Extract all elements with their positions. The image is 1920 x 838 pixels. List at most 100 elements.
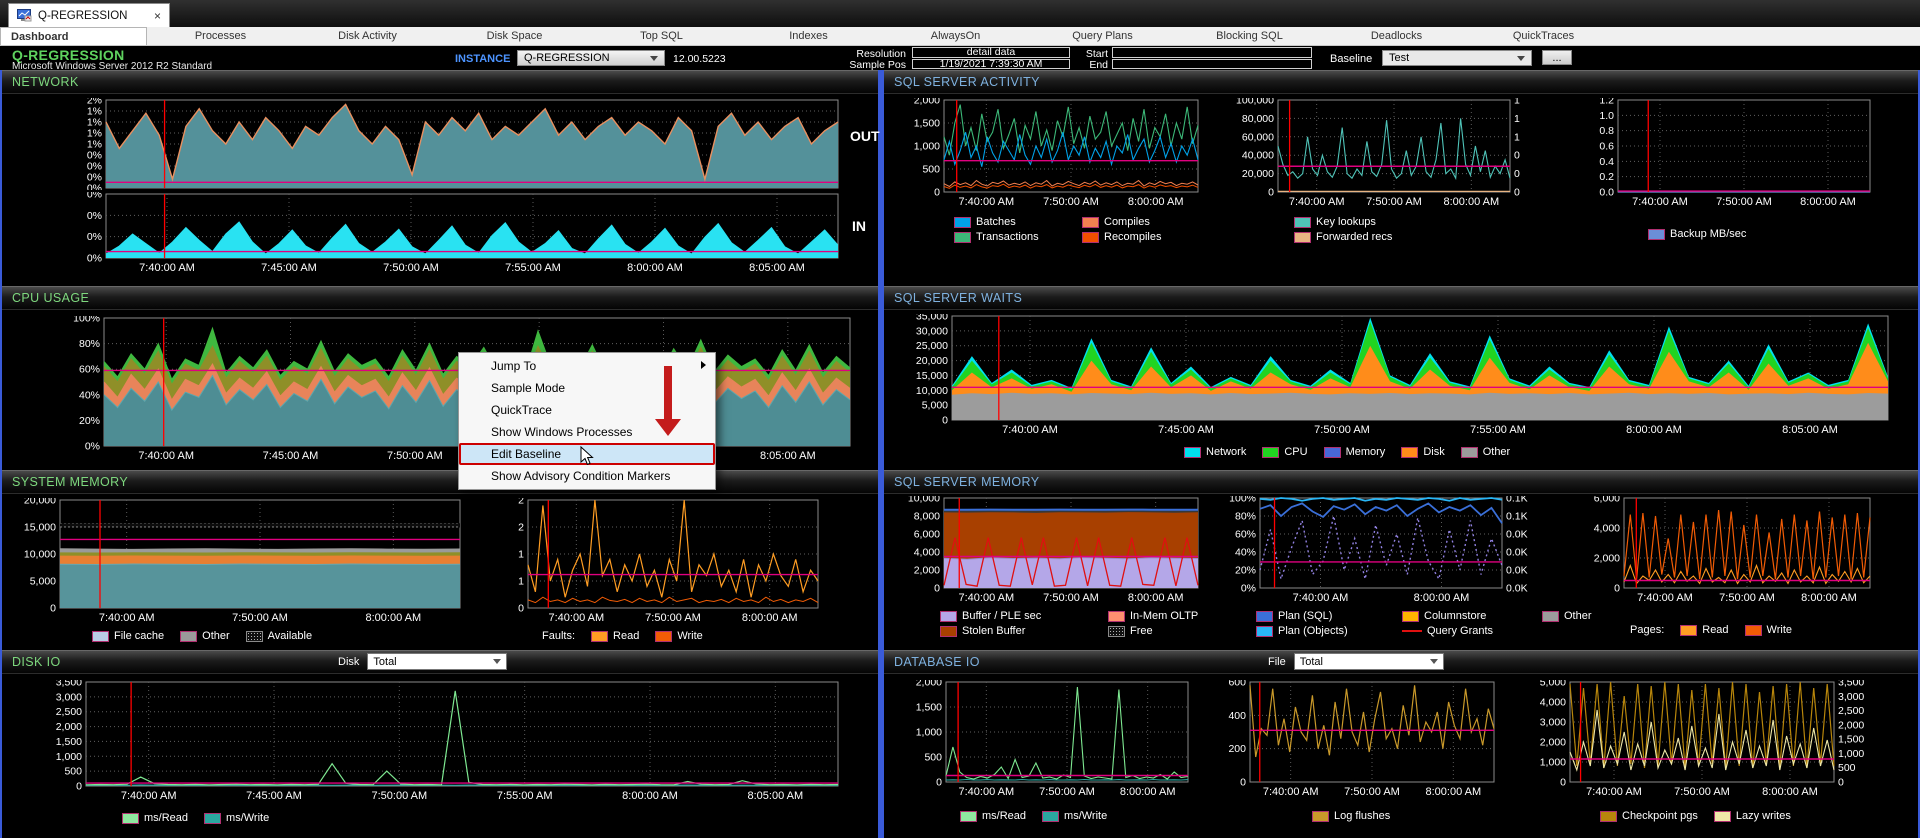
svg-text:60%: 60% xyxy=(79,364,100,376)
svg-text:1,500: 1,500 xyxy=(56,736,82,748)
svg-text:60,000: 60,000 xyxy=(1242,131,1274,143)
svg-text:35,000: 35,000 xyxy=(916,314,948,323)
svg-text:600: 600 xyxy=(1228,680,1246,689)
chart-network-out[interactable]: 2% 1% 1% 1% 1% 0% 0% 0% 0% xyxy=(66,95,846,195)
start-field[interactable] xyxy=(1112,47,1312,58)
nav-item-quicktraces[interactable]: QuickTraces xyxy=(1470,27,1617,45)
baseline-select[interactable]: Test xyxy=(1382,50,1532,66)
svg-text:2,000: 2,000 xyxy=(1594,553,1620,565)
legend-item-cpu: CPU xyxy=(1262,446,1308,458)
baseline-more-button[interactable]: ... xyxy=(1542,50,1572,65)
chart-pages[interactable]: 7:40:00 AM 7:50:00 AM 8:00:00 AM 6,000 4,000… xyxy=(1584,493,1880,606)
baseline-label: Baseline xyxy=(1330,53,1373,65)
legend-swatch xyxy=(1312,810,1329,822)
menu-item-sample-mode[interactable]: Sample Mode xyxy=(459,377,715,399)
annotation-arrow xyxy=(664,366,672,420)
svg-text:7:50:00 AM: 7:50:00 AM xyxy=(372,790,428,802)
header-bar: Q-REGRESSION Microsoft Windows Server 20… xyxy=(0,46,1920,72)
chart-network-in[interactable]: 7:40:00 AM 7:45:00 AM 7:50:00 AM 7:55:00 AM… xyxy=(66,189,846,278)
svg-text:7:40:00 AM: 7:40:00 AM xyxy=(1263,786,1319,798)
svg-text:500: 500 xyxy=(922,164,940,176)
nav-item-disk-space[interactable]: Disk Space xyxy=(441,27,588,45)
svg-text:20%: 20% xyxy=(1235,565,1256,577)
svg-text:2,000: 2,000 xyxy=(914,565,940,577)
chart-batches-transactions[interactable]: 7:40:00 AM 7:50:00 AM 8:00:00 AM 2,000 1,500… xyxy=(900,95,1206,210)
legend-item-read: Read xyxy=(1680,624,1729,636)
svg-text:7:40:00 AM: 7:40:00 AM xyxy=(139,262,195,274)
end-field[interactable] xyxy=(1112,58,1312,69)
chart-system-memory[interactable]: 7:40:00 AM 7:50:00 AM 8:00:00 AM 20,000 15,0… xyxy=(8,495,468,626)
svg-text:0: 0 xyxy=(934,187,940,199)
chart-key-lookups[interactable]: 7:40:00 AM 7:50:00 AM 8:00:00 AM 100,000 80,… xyxy=(1220,95,1540,210)
menu-item-show-advisory-condition-markers[interactable]: Show Advisory Condition Markers xyxy=(459,465,715,487)
chevron-down-icon xyxy=(1429,659,1438,664)
resolution-field[interactable]: detail data xyxy=(912,46,1070,58)
svg-text:2,000: 2,000 xyxy=(1540,737,1566,749)
instance-select[interactable]: Q-REGRESSION xyxy=(517,50,665,66)
file-filter-select[interactable]: Total xyxy=(1293,653,1444,670)
svg-text:7:45:00 AM: 7:45:00 AM xyxy=(263,450,319,462)
chart-disk-io[interactable]: 7:40:00 AM 7:45:00 AM 7:50:00 AM 7:55:00 AM… xyxy=(38,677,848,806)
svg-text:0%: 0% xyxy=(1241,583,1256,595)
legend-sql-waits: Network CPU Memory Disk Other xyxy=(1184,446,1510,458)
legend-swatch xyxy=(1294,216,1311,228)
legend-item-plan-sql-: Plan (SQL) xyxy=(1256,610,1386,622)
legend-swatch xyxy=(1600,810,1617,822)
svg-text:0%: 0% xyxy=(87,231,102,243)
panel-sqlmem-title: SQL SERVER MEMORY xyxy=(884,470,1918,494)
legend-item-forwarded-recs: Forwarded recs xyxy=(1294,231,1434,243)
panel-sql-activity: SQL SERVER ACTIVITY 7:40:00 AM 7:50:00 AM… xyxy=(884,70,1918,286)
svg-text:7:40:00 AM: 7:40:00 AM xyxy=(1586,786,1642,798)
svg-text:8:00:00 AM: 8:00:00 AM xyxy=(1444,196,1500,208)
menu-item-quicktrace[interactable]: QuickTrace xyxy=(459,399,715,421)
legend-item-query-grants: Query Grants xyxy=(1402,625,1526,637)
svg-text:0%: 0% xyxy=(87,192,102,201)
chart-sql-waits[interactable]: 7:40:00 AM 7:45:00 AM 7:50:00 AM 7:55:00 AM… xyxy=(900,311,1900,440)
chart-backup[interactable]: 7:40:00 AM 7:50:00 AM 8:00:00 AM 1.2 1.0 0.8 0… xyxy=(1584,95,1880,210)
svg-text:100%: 100% xyxy=(1229,496,1256,505)
svg-text:2: 2 xyxy=(518,498,524,507)
tab-close-icon[interactable]: × xyxy=(154,10,161,22)
legend-activity-3: Backup MB/sec xyxy=(1648,228,1746,240)
nav-item-deadlocks[interactable]: Deadlocks xyxy=(1323,27,1470,45)
nav-item-dashboard[interactable]: Dashboard xyxy=(0,27,147,45)
chart-db-latency[interactable]: 7:40:00 AM 7:50:00 AM 8:00:00 AM 2,000 1,500… xyxy=(900,677,1196,802)
svg-text:1,000: 1,000 xyxy=(56,751,82,763)
svg-text:8:00:00 AM: 8:00:00 AM xyxy=(1426,786,1482,798)
svg-text:200: 200 xyxy=(1228,743,1246,755)
svg-text:7:55:00 AM: 7:55:00 AM xyxy=(497,790,553,802)
tab-q-regression[interactable]: Q-REGRESSION × xyxy=(8,3,170,27)
nav-item-top-sql[interactable]: Top SQL xyxy=(588,27,735,45)
svg-text:8:00:00 AM: 8:00:00 AM xyxy=(1801,592,1857,604)
menu-item-jump-to[interactable]: Jump To xyxy=(459,355,715,377)
sample-pos-field[interactable]: 1/19/2021 7:39:30 AM xyxy=(912,58,1070,70)
svg-text:7:40:00 AM: 7:40:00 AM xyxy=(1637,592,1693,604)
legend-item-other: Other xyxy=(1542,610,1634,622)
svg-text:7:50:00 AM: 7:50:00 AM xyxy=(1366,196,1422,208)
nav-item-disk-activity[interactable]: Disk Activity xyxy=(294,27,441,45)
svg-text:0: 0 xyxy=(50,603,56,615)
nav-item-alwayson[interactable]: AlwaysOn xyxy=(882,27,1029,45)
legend-swatch xyxy=(92,630,109,642)
svg-text:0.0K: 0.0K xyxy=(1506,529,1528,541)
chart-checkpoint-lazy[interactable]: 7:40:00 AM 7:50:00 AM 8:00:00 AM 5,000 4,000… xyxy=(1524,677,1880,802)
svg-text:8:00:00 AM: 8:00:00 AM xyxy=(366,612,422,624)
svg-text:0: 0 xyxy=(1268,187,1274,199)
nav-item-indexes[interactable]: Indexes xyxy=(735,27,882,45)
legend-item-plan-objects-: Plan (Objects) xyxy=(1256,625,1386,637)
chart-page-faults[interactable]: 7:40:00 AM 7:50:00 AM 8:00:00 AM 2 2 1 1 0 xyxy=(498,495,828,626)
svg-text:40%: 40% xyxy=(79,389,100,401)
chart-plan-cache[interactable]: 7:40:00 AM 8:00:00 AM 100% 80% 60% 40% 20% 0% 0.… xyxy=(1220,493,1540,606)
chart-buffer-memory[interactable]: 7:40:00 AM 7:50:00 AM 8:00:00 AM 10,000 8,00… xyxy=(900,493,1206,606)
nav-item-query-plans[interactable]: Query Plans xyxy=(1029,27,1176,45)
chart-log-flushes[interactable]: 7:40:00 AM 7:50:00 AM 8:00:00 AM 600 400 200 0 xyxy=(1214,677,1504,802)
disk-filter-select[interactable]: Total xyxy=(367,653,508,670)
legend-swatch xyxy=(1294,231,1311,243)
chevron-down-icon xyxy=(650,55,658,61)
legend-swatch xyxy=(960,810,977,822)
svg-text:3,500: 3,500 xyxy=(56,680,82,689)
svg-text:7:40:00 AM: 7:40:00 AM xyxy=(1632,196,1688,208)
disk-filter: Disk Total xyxy=(338,653,508,670)
nav-item-processes[interactable]: Processes xyxy=(147,27,294,45)
nav-item-blocking-sql[interactable]: Blocking SQL xyxy=(1176,27,1323,45)
